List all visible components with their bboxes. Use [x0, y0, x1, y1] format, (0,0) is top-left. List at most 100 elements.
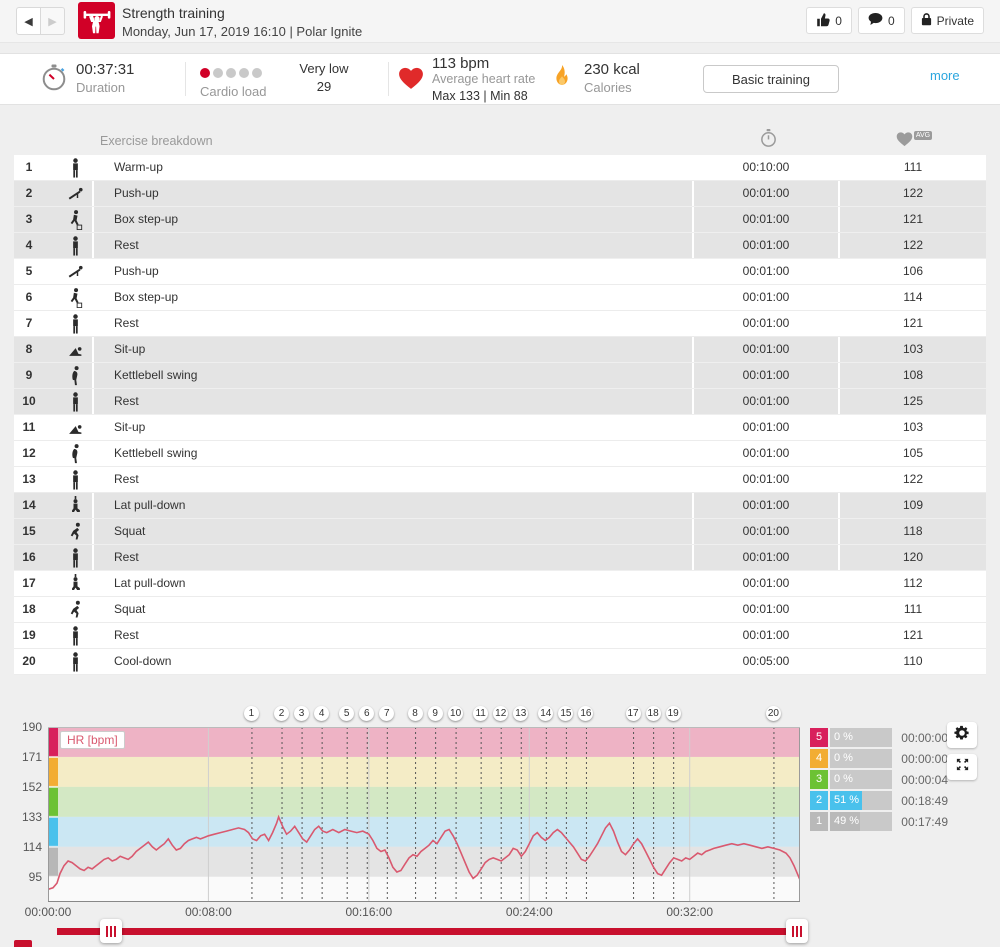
phase-marker[interactable]: 19 — [666, 706, 681, 721]
phase-marker[interactable]: 8 — [408, 706, 423, 721]
more-link[interactable]: more — [930, 68, 960, 83]
zone-number: 1 — [810, 812, 828, 831]
chart-settings-button[interactable] — [947, 722, 977, 748]
zone-legend-row: 40 % — [810, 749, 892, 768]
exercise-duration: 00:01:00 — [692, 493, 838, 518]
row-num-cell: 1 — [14, 155, 92, 180]
exercise-duration: 00:01:00 — [692, 415, 838, 440]
exercise-name: Push-up — [92, 259, 692, 284]
phase-marker[interactable]: 5 — [339, 706, 354, 721]
phase-marker[interactable]: 2 — [274, 706, 289, 721]
exercise-avg-hr: 121 — [838, 311, 986, 336]
phase-marker[interactable]: 20 — [766, 706, 781, 721]
cardio-load-dot — [226, 68, 236, 78]
zone-legend-row: 149 % — [810, 812, 892, 831]
scrollbar-left-handle[interactable] — [100, 919, 122, 943]
exercise-name: Rest — [92, 389, 692, 414]
comments-button[interactable]: 0 — [858, 7, 905, 34]
hr-axis-label: HR [bpm] — [60, 731, 125, 749]
table-row: 11Sit-up00:01:00103 — [14, 415, 986, 441]
phase-marker[interactable]: 16 — [578, 706, 593, 721]
exercise-avg-hr: 118 — [838, 519, 986, 544]
x-axis-tick: 00:24:00 — [494, 905, 564, 919]
x-axis-tick: 00:08:00 — [173, 905, 243, 919]
heart-rate-stat: 113 bpm Average heart rate Max 133 | Min… — [432, 56, 535, 104]
lock-icon — [921, 12, 932, 29]
cardio-load-level: Very low 29 — [284, 61, 364, 94]
phase-marker[interactable]: 3 — [294, 706, 309, 721]
table-row: 15Squat00:01:00118 — [14, 519, 986, 545]
phase-marker[interactable]: 18 — [646, 706, 661, 721]
phase-marker[interactable]: 4 — [314, 706, 329, 721]
exercise-duration: 00:01:00 — [692, 285, 838, 310]
row-num-cell: 12 — [14, 441, 92, 466]
phase-marker[interactable]: 11 — [473, 706, 488, 721]
hr-zone-times: 00:00:0000:00:0000:00:0400:18:4900:17:49 — [894, 728, 948, 833]
row-num-cell: 16 — [14, 545, 92, 570]
phase-marker[interactable]: 9 — [428, 706, 443, 721]
row-num-cell: 2 — [14, 181, 92, 206]
phase-marker[interactable]: 10 — [448, 706, 463, 721]
phase-marker[interactable]: 6 — [359, 706, 374, 721]
exercise-duration: 00:01:00 — [692, 441, 838, 466]
row-num-cell: 6 — [14, 285, 92, 310]
row-num-cell: 8 — [14, 337, 92, 362]
zone-percent-bar: 51 % — [830, 791, 892, 810]
chart-zoom-scrollbar[interactable] — [57, 928, 806, 935]
duration-stat: 00:37:31 Duration — [76, 61, 134, 95]
exercise-avg-hr: 111 — [838, 597, 986, 622]
like-button[interactable]: 0 — [806, 7, 852, 34]
exercise-avg-hr: 121 — [838, 623, 986, 648]
phase-marker[interactable]: 1 — [244, 706, 259, 721]
situp-icon — [58, 340, 92, 360]
exercise-avg-hr: 114 — [838, 285, 986, 310]
exercise-name: Rest — [92, 545, 692, 570]
exercise-duration: 00:01:00 — [692, 233, 838, 258]
row-index: 8 — [14, 337, 44, 362]
exercise-avg-hr: 111 — [838, 155, 986, 180]
exercise-table-body: 1Warm-up00:10:001112Push-up00:01:001223B… — [14, 155, 986, 675]
calories-label: Calories — [584, 80, 640, 95]
squat-icon — [58, 600, 92, 620]
phase-marker[interactable]: 12 — [493, 706, 508, 721]
row-num-cell: 19 — [14, 623, 92, 648]
exercise-duration: 00:01:00 — [692, 571, 838, 596]
phase-marker[interactable]: 7 — [379, 706, 394, 721]
phase-marker[interactable]: 17 — [626, 706, 641, 721]
zone-percent-label: 51 % — [834, 791, 859, 810]
exercise-name: Cool-down — [92, 649, 692, 674]
privacy-button[interactable]: Private — [911, 7, 984, 34]
session-subtitle: Monday, Jun 17, 2019 16:10 | Polar Ignit… — [122, 24, 362, 39]
zone-legend-row: 50 % — [810, 728, 892, 747]
like-count: 0 — [835, 14, 842, 28]
phase-marker[interactable]: 15 — [558, 706, 573, 721]
table-row: 2Push-up00:01:00122 — [14, 181, 986, 207]
person-icon — [58, 652, 92, 672]
situp-icon — [58, 418, 92, 438]
previous-session-button[interactable]: ◀ — [16, 7, 41, 35]
training-benefit-button[interactable]: Basic training — [703, 65, 839, 93]
x-axis-tick: 00:00:00 — [13, 905, 83, 919]
exercise-duration: 00:05:00 — [692, 649, 838, 674]
comment-count: 0 — [888, 14, 895, 28]
row-index: 18 — [14, 597, 44, 622]
exercise-avg-hr: 105 — [838, 441, 986, 466]
avg-badge: AVG — [914, 131, 932, 140]
table-row: 8Sit-up00:01:00103 — [14, 337, 986, 363]
fullscreen-button[interactable] — [947, 754, 977, 780]
calories-value: 230 kcal — [584, 61, 640, 78]
stopwatch-icon — [696, 129, 840, 153]
gear-icon — [954, 725, 970, 746]
table-row: 18Squat00:01:00111 — [14, 597, 986, 623]
phase-marker[interactable]: 14 — [538, 706, 553, 721]
phase-marker[interactable]: 13 — [513, 706, 528, 721]
hr-plot[interactable] — [48, 727, 800, 902]
exercise-avg-hr: 125 — [838, 389, 986, 414]
row-num-cell: 17 — [14, 571, 92, 596]
zone-legend-row: 251 % — [810, 791, 892, 810]
next-session-button[interactable]: ▶ — [41, 7, 65, 35]
zone-number: 3 — [810, 770, 828, 789]
scrollbar-right-handle[interactable] — [786, 919, 808, 943]
zone-time: 00:17:49 — [894, 812, 948, 833]
stopwatch-icon — [40, 64, 68, 97]
